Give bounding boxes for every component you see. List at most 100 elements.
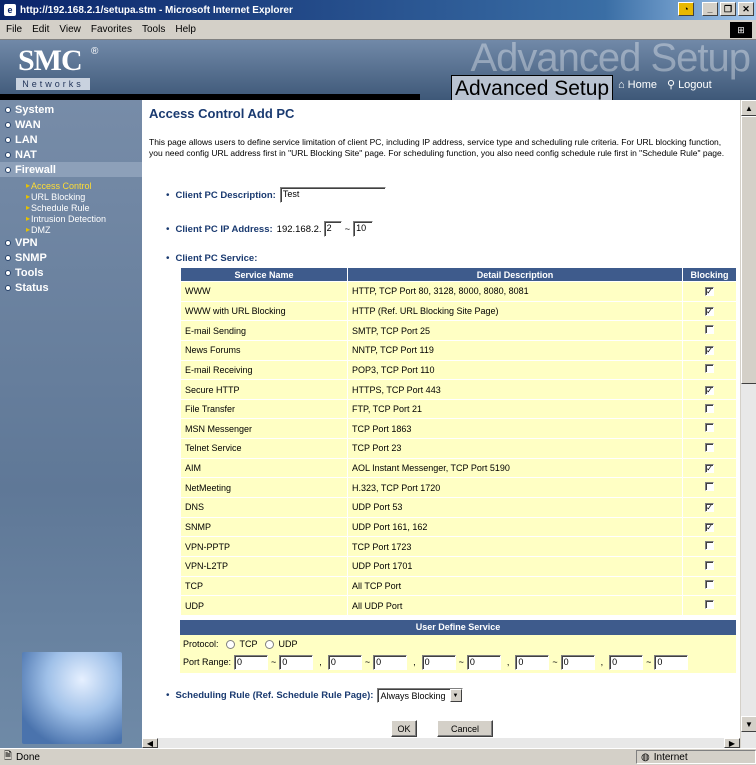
table-row: VPN-PPTP TCP Port 1723 bbox=[180, 536, 737, 557]
scroll-up-icon[interactable]: ▲ bbox=[741, 100, 756, 116]
client-desc-input[interactable]: Test bbox=[279, 187, 386, 203]
port-start-input[interactable]: 0 bbox=[234, 654, 269, 670]
service-name-cell: E-mail Sending bbox=[180, 320, 348, 341]
col-service-name: Service Name bbox=[180, 267, 348, 282]
sidebar-item-lan[interactable]: LAN bbox=[0, 132, 142, 147]
bullet-icon: • bbox=[166, 189, 170, 201]
restore-button[interactable]: ❐ bbox=[720, 2, 736, 16]
minimize-button[interactable]: _ bbox=[702, 2, 718, 16]
subnav-intrusion-detection[interactable]: ▸ Intrusion Detection bbox=[0, 213, 142, 224]
blocking-checkbox[interactable] bbox=[705, 364, 714, 374]
radio-udp[interactable] bbox=[264, 639, 274, 649]
radio-tcp[interactable] bbox=[225, 639, 235, 649]
home-link[interactable]: ⌂ Home bbox=[618, 78, 657, 91]
sidebar-item-snmp[interactable]: SNMP bbox=[0, 250, 142, 265]
blocking-checkbox[interactable]: ✓ bbox=[705, 287, 714, 297]
port-start-input[interactable]: 0 bbox=[515, 654, 550, 670]
sidebar-item-vpn[interactable]: VPN bbox=[0, 235, 142, 250]
blocking-checkbox[interactable] bbox=[705, 442, 714, 452]
cancel-button[interactable]: Cancel bbox=[437, 720, 493, 737]
blocking-checkbox[interactable] bbox=[705, 580, 714, 590]
sidebar-item-label: VPN bbox=[15, 236, 38, 249]
blocking-checkbox[interactable] bbox=[705, 541, 714, 551]
service-name-cell: Secure HTTP bbox=[180, 379, 348, 400]
port-comma: , bbox=[319, 657, 322, 667]
sidebar-item-nat[interactable]: NAT bbox=[0, 147, 142, 162]
status-text: Done bbox=[16, 751, 40, 763]
service-name-cell: DNS bbox=[180, 497, 348, 518]
blocking-checkbox[interactable]: ✓ bbox=[705, 306, 714, 316]
subnav-dmz[interactable]: ▸ DMZ bbox=[0, 224, 142, 235]
status-left: 🗎 Done bbox=[0, 749, 590, 765]
menu-help[interactable]: Help bbox=[175, 24, 196, 35]
sidebar-item-status[interactable]: Status bbox=[0, 280, 142, 295]
port-end-input[interactable]: 0 bbox=[466, 654, 501, 670]
sidebar-item-tools[interactable]: Tools bbox=[0, 265, 142, 280]
service-desc-cell: All UDP Port bbox=[347, 595, 683, 616]
subnav-schedule-rule[interactable]: ▸ Schedule Rule bbox=[0, 202, 142, 213]
table-row: E-mail Receiving POP3, TCP Port 110 bbox=[180, 359, 737, 381]
blocking-checkbox[interactable] bbox=[705, 560, 714, 570]
blocking-checkbox[interactable]: ✓ bbox=[705, 385, 714, 395]
service-desc-cell: HTTP, TCP Port 80, 3128, 8000, 8080, 808… bbox=[347, 281, 683, 302]
smc-logo: SMC bbox=[18, 44, 83, 77]
blocking-cell: ✓ bbox=[682, 300, 737, 322]
ok-button[interactable]: OK bbox=[391, 720, 417, 737]
scroll-right-icon[interactable]: ▶ bbox=[724, 738, 740, 748]
bullet-icon bbox=[5, 239, 11, 246]
blocking-checkbox[interactable]: ✓ bbox=[705, 523, 714, 532]
port-end-input[interactable]: 0 bbox=[654, 654, 689, 670]
ip-from-input[interactable]: 2 bbox=[323, 221, 342, 237]
sidebar-item-firewall[interactable]: Firewall bbox=[0, 162, 142, 177]
bullet-icon: • bbox=[166, 690, 170, 701]
logout-link[interactable]: ⚲ Logout bbox=[667, 78, 712, 92]
menu-edit[interactable]: Edit bbox=[32, 24, 49, 35]
sidebar-item-label: Status bbox=[15, 281, 49, 294]
blocking-checkbox[interactable] bbox=[705, 482, 714, 492]
blocking-checkbox[interactable] bbox=[705, 403, 714, 413]
blocking-checkbox[interactable] bbox=[705, 423, 714, 433]
ip-prefix: 192.168.2. bbox=[276, 223, 322, 235]
subnav-url-blocking[interactable]: ▸ URL Blocking bbox=[0, 191, 142, 202]
blocking-cell bbox=[682, 418, 737, 440]
sidebar-item-system[interactable]: System bbox=[0, 102, 142, 117]
subnav-label: URL Blocking bbox=[31, 191, 86, 202]
sidebar-item-label: Firewall bbox=[15, 163, 56, 176]
port-end-input[interactable]: 0 bbox=[373, 654, 408, 670]
blocking-checkbox[interactable] bbox=[705, 600, 714, 610]
service-desc-cell: SMTP, TCP Port 25 bbox=[347, 320, 683, 341]
service-name-cell: VPN-PPTP bbox=[180, 536, 348, 557]
client-service-label: Client PC Service: bbox=[175, 253, 258, 264]
service-name-cell: VPN-L2TP bbox=[180, 555, 348, 577]
close-button[interactable]: ✕ bbox=[738, 2, 754, 16]
menu-favorites[interactable]: Favorites bbox=[91, 24, 132, 35]
scroll-left-icon[interactable]: ◀ bbox=[142, 738, 158, 748]
blocking-checkbox[interactable] bbox=[705, 325, 714, 335]
service-name-cell: MSN Messenger bbox=[180, 418, 348, 440]
port-start-input[interactable]: 0 bbox=[327, 654, 362, 670]
vertical-scrollbar[interactable]: ▲ ▼ bbox=[740, 100, 756, 748]
menu-file[interactable]: File bbox=[6, 24, 22, 35]
page-icon: 🗎 bbox=[4, 750, 13, 762]
blocking-checkbox[interactable]: ✓ bbox=[705, 346, 714, 356]
ie-icon: e bbox=[4, 4, 16, 16]
blocking-checkbox[interactable]: ✓ bbox=[705, 464, 714, 474]
scroll-thumb[interactable] bbox=[741, 116, 756, 384]
port-end-input[interactable]: 0 bbox=[560, 654, 595, 670]
ip-to-input[interactable]: 10 bbox=[353, 221, 374, 237]
blocking-checkbox[interactable]: ✓ bbox=[705, 503, 714, 513]
port-start-input[interactable]: 0 bbox=[609, 654, 644, 670]
menu-view[interactable]: View bbox=[59, 24, 81, 35]
menu-tools[interactable]: Tools bbox=[142, 24, 165, 35]
networks-logo: Networks bbox=[16, 78, 90, 90]
assistant-icon[interactable]: ◔ bbox=[678, 2, 694, 16]
horizontal-scrollbar[interactable]: ◀ ▶ bbox=[142, 738, 740, 748]
sched-select[interactable]: Always Blocking ▼ bbox=[377, 688, 463, 703]
sidebar-item-wan[interactable]: WAN bbox=[0, 117, 142, 132]
port-start-input[interactable]: 0 bbox=[421, 654, 456, 670]
scroll-down-icon[interactable]: ▼ bbox=[741, 716, 756, 732]
blocking-cell: ✓ bbox=[682, 497, 737, 518]
subnav-access-control[interactable]: ▸ Access Control bbox=[0, 180, 142, 191]
sidebar-item-label: LAN bbox=[15, 133, 38, 146]
port-end-input[interactable]: 0 bbox=[279, 654, 314, 670]
